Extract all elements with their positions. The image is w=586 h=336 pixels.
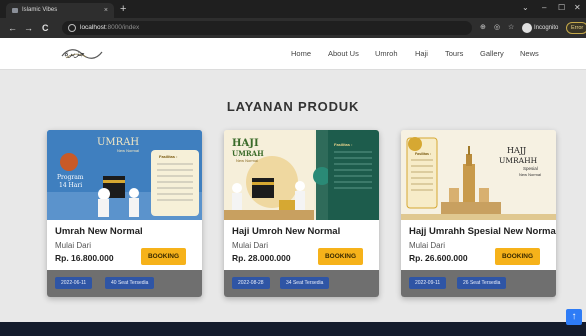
scroll-to-top-button[interactable]: ↑ [566,309,582,325]
site-header: جزيرة Home About Us Umroh Haji Tours Gal… [0,38,586,70]
banner-program: Program [57,174,84,181]
banner-heading: HAJI [232,138,259,149]
banner-fasilitas: Fasilitas : [334,142,353,147]
banner-subheading: UMRAHH [499,156,538,165]
eye-off-icon[interactable]: ◎ [494,23,500,33]
reload-icon[interactable]: C [42,22,49,34]
site-info-icon[interactable] [68,24,76,32]
date-badge: 2022-09-11 [409,277,447,289]
card-from-label: Mulai Dari [409,241,446,250]
browser-tab-bar: Islamic Vibes × + ⌄ – ☐ ✕ [0,0,586,18]
menu-haji[interactable]: Haji [415,47,428,61]
seats-badge: 26 Seat Tersedia [457,277,507,289]
banner-heading: UMRAH [97,137,140,148]
close-tab-icon[interactable]: × [104,3,108,18]
card-banner-hajj-umrahh: HAJJ UMRAHH Spesial New Normal Fasilitas… [401,130,556,220]
maximize-icon[interactable]: ☐ [558,3,565,13]
menu-news[interactable]: News [520,47,539,61]
banner-fasilitas: Fasilitas : [415,152,432,156]
banner-subheading: UMRAH [232,149,264,158]
logo-text: جزيرة [64,49,85,58]
forward-icon[interactable]: → [24,22,33,34]
product-card-haji-umroh[interactable]: HAJI UMRAH New Normal Fasilitas : Haji U… [224,130,379,297]
incognito-indicator[interactable]: Incognito [522,22,558,34]
booking-button[interactable]: BOOKING [318,248,363,265]
menu-home[interactable]: Home [291,47,311,61]
card-title: Hajj Umrahh Spesial New Normal [409,226,556,237]
booking-button[interactable]: BOOKING [495,248,540,265]
banner-subheading: New Normal [117,148,140,153]
product-card-hajj-umrahh-spesial[interactable]: HAJJ UMRAHH Spesial New Normal Fasilitas… [401,130,556,297]
card-banner-haji-umroh: HAJI UMRAH New Normal Fasilitas : [224,130,379,220]
date-badge: 2022-08-28 [232,277,270,289]
date-badge: 2022-06-11 [55,277,93,289]
browser-tab[interactable]: Islamic Vibes × [6,3,114,18]
menu-umroh[interactable]: Umroh [375,47,398,61]
menu-gallery[interactable]: Gallery [480,47,504,61]
card-price: Rp. 26.600.000 [409,253,468,263]
product-card-umrah[interactable]: UMRAH New Normal Program 14 Hari Fasilit… [47,130,202,297]
tab-search-icon[interactable]: ⌄ [522,3,529,13]
banner-days: 14 Hari [59,182,83,189]
footer-band [0,322,586,336]
booking-button[interactable]: BOOKING [141,248,186,265]
seats-badge: 34 Seat Tersedia [280,277,330,289]
banner-heading: HAJJ [507,146,527,155]
card-price: Rp. 16.800.000 [55,253,114,263]
close-window-icon[interactable]: ✕ [574,3,581,13]
url-path: :8000/index [105,24,140,31]
tab-title: Islamic Vibes [22,7,58,13]
address-toolbar: ← → C localhost:8000/index ⊕ ◎ ☆ Incogni… [0,18,586,38]
minimize-icon[interactable]: – [542,3,546,13]
banner-fasilitas: Fasilitas : [159,154,178,159]
banner-tagline: New Normal [236,158,259,163]
menu-tours[interactable]: Tours [445,47,463,61]
card-from-label: Mulai Dari [55,241,92,250]
seats-badge: 40 Seat Tersedia [105,277,155,289]
banner-tagline: New Normal [519,172,542,177]
zoom-icon[interactable]: ⊕ [480,23,486,33]
url-host: localhost [80,24,106,31]
page-icon [12,8,18,13]
incognito-icon [522,23,532,33]
back-icon[interactable]: ← [8,22,17,34]
section-title: LAYANAN PRODUK [226,99,360,114]
card-footer: 2022-08-28 34 Seat Tersedia [224,270,379,297]
menu-about-us[interactable]: About Us [328,47,359,61]
url-bar[interactable]: localhost:8000/index [62,21,472,35]
error-button[interactable]: Error [566,22,586,34]
card-price: Rp. 28.000.000 [232,253,291,263]
star-icon[interactable]: ☆ [508,23,514,33]
card-title: Haji Umroh New Normal [232,226,341,237]
incognito-label: Incognito [534,25,559,31]
card-footer: 2022-06-11 40 Seat Tersedia [47,270,202,297]
card-banner-umrah: UMRAH New Normal Program 14 Hari Fasilit… [47,130,202,220]
card-title: Umrah New Normal [55,226,143,237]
card-footer: 2022-09-11 26 Seat Tersedia [401,270,556,297]
new-tab-button[interactable]: + [120,2,126,16]
banner-special: Spesial [523,166,538,171]
card-from-label: Mulai Dari [232,241,269,250]
